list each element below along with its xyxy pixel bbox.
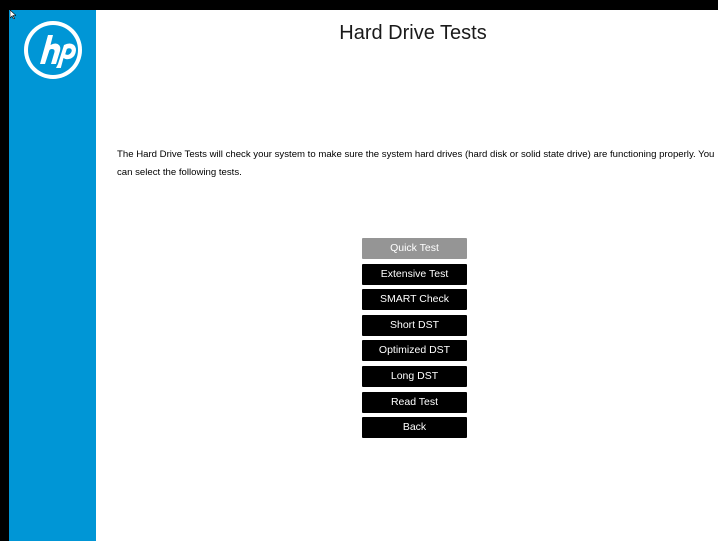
back-button[interactable]: Back xyxy=(362,417,467,439)
read-test-button[interactable]: Read Test xyxy=(362,391,467,413)
mouse-pointer-icon xyxy=(10,10,16,19)
smart-check-button[interactable]: SMART Check xyxy=(362,289,467,311)
main-content: Hard Drive Tests The Hard Drive Tests wi… xyxy=(96,10,718,541)
hp-logo-icon xyxy=(24,21,82,79)
sidebar xyxy=(9,10,96,541)
optimized-dst-button[interactable]: Optimized DST xyxy=(362,340,467,362)
hard-drive-tests-description: The Hard Drive Tests will check your sys… xyxy=(117,149,715,178)
page-title: Hard Drive Tests xyxy=(339,22,487,44)
quick-test-button[interactable]: Quick Test xyxy=(362,238,467,259)
test-selection-menu: Quick Test Extensive Test SMART Check Sh… xyxy=(362,238,467,443)
short-dst-button[interactable]: Short DST xyxy=(362,314,467,336)
extensive-test-button[interactable]: Extensive Test xyxy=(362,263,467,285)
diagnostics-screen: Hard Drive Tests The Hard Drive Tests wi… xyxy=(0,0,718,541)
long-dst-button[interactable]: Long DST xyxy=(362,365,467,387)
